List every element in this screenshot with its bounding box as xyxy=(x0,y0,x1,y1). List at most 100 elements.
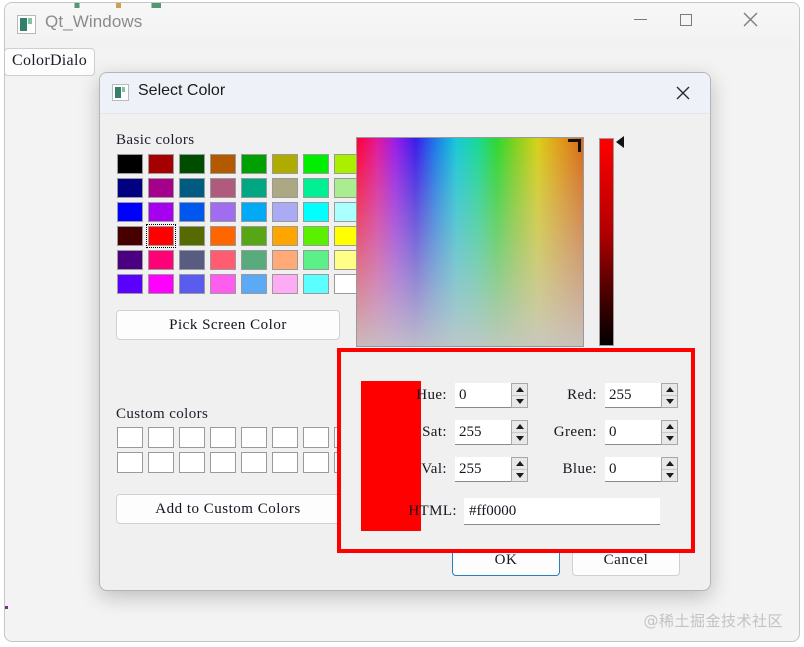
basic-color-swatch[interactable] xyxy=(179,154,205,174)
basic-color-swatch[interactable] xyxy=(241,226,267,246)
custom-color-swatch[interactable] xyxy=(117,452,143,473)
sat-label: Sat: xyxy=(422,424,447,440)
basic-color-swatch[interactable] xyxy=(272,202,298,222)
color-dialog-tab[interactable]: ColorDialo xyxy=(5,48,95,76)
basic-color-swatch[interactable] xyxy=(179,250,205,270)
basic-color-swatch[interactable] xyxy=(303,154,329,174)
basic-color-swatch[interactable] xyxy=(272,274,298,294)
blue-input[interactable]: 0 xyxy=(605,457,678,482)
custom-color-swatch[interactable] xyxy=(179,427,205,448)
custom-color-swatch[interactable] xyxy=(241,427,267,448)
basic-color-swatch[interactable] xyxy=(303,178,329,198)
basic-color-swatch[interactable] xyxy=(210,178,236,198)
basic-color-swatch[interactable] xyxy=(210,274,236,294)
sat-stepper-down[interactable] xyxy=(512,433,527,444)
sat-input[interactable]: 255 xyxy=(455,420,528,445)
val-stepper-down[interactable] xyxy=(512,470,527,481)
basic-color-swatch[interactable] xyxy=(117,178,143,198)
basic-color-swatch[interactable] xyxy=(117,154,143,174)
basic-color-swatch[interactable] xyxy=(148,202,174,222)
val-stepper[interactable] xyxy=(511,457,528,482)
custom-color-swatch[interactable] xyxy=(117,427,143,448)
qt-app-icon xyxy=(17,15,36,34)
red-stepper-down[interactable] xyxy=(662,396,677,407)
minimize-icon[interactable] xyxy=(617,3,663,36)
basic-color-swatch[interactable] xyxy=(117,226,143,246)
hue-stepper-up[interactable] xyxy=(512,384,527,396)
basic-color-swatch[interactable] xyxy=(303,202,329,222)
blue-stepper[interactable] xyxy=(661,457,678,482)
basic-colors-grid[interactable] xyxy=(117,154,363,298)
val-input[interactable]: 255 xyxy=(455,457,528,482)
basic-colors-label: Basic colors xyxy=(116,132,195,148)
hue-stepper-down[interactable] xyxy=(512,396,527,407)
basic-color-swatch[interactable] xyxy=(210,154,236,174)
blue-stepper-up[interactable] xyxy=(662,458,677,470)
custom-color-swatch[interactable] xyxy=(303,427,329,448)
hue-stepper[interactable] xyxy=(511,383,528,408)
basic-color-swatch[interactable] xyxy=(272,154,298,174)
basic-color-swatch[interactable] xyxy=(179,274,205,294)
basic-color-swatch[interactable] xyxy=(179,226,205,246)
red-input[interactable]: 255 xyxy=(605,383,678,408)
custom-color-swatch[interactable] xyxy=(272,427,298,448)
basic-color-swatch[interactable] xyxy=(272,250,298,270)
basic-color-swatch[interactable] xyxy=(210,202,236,222)
custom-color-swatch[interactable] xyxy=(210,427,236,448)
custom-color-swatch[interactable] xyxy=(303,452,329,473)
basic-color-swatch[interactable] xyxy=(303,226,329,246)
red-stepper[interactable] xyxy=(661,383,678,408)
basic-color-swatch[interactable] xyxy=(148,274,174,294)
close-icon[interactable] xyxy=(727,3,773,36)
basic-color-swatch[interactable] xyxy=(148,250,174,270)
custom-color-swatch[interactable] xyxy=(241,452,267,473)
basic-color-swatch[interactable] xyxy=(148,154,174,174)
red-value: 255 xyxy=(609,386,632,403)
basic-color-swatch[interactable] xyxy=(179,202,205,222)
basic-color-swatch[interactable] xyxy=(303,274,329,294)
dialog-close-icon[interactable] xyxy=(672,82,694,104)
blue-stepper-down[interactable] xyxy=(662,470,677,481)
green-stepper-up[interactable] xyxy=(662,421,677,433)
value-slider-handle-icon[interactable] xyxy=(616,136,624,148)
custom-color-swatch[interactable] xyxy=(272,452,298,473)
basic-color-swatch[interactable] xyxy=(117,250,143,270)
saturation-value-picker[interactable] xyxy=(356,137,584,347)
add-to-custom-colors-button[interactable]: Add to Custom Colors xyxy=(116,494,340,524)
sat-stepper-up[interactable] xyxy=(512,421,527,433)
basic-color-swatch[interactable] xyxy=(241,154,267,174)
basic-color-swatch[interactable] xyxy=(179,178,205,198)
custom-color-swatch[interactable] xyxy=(148,452,174,473)
basic-color-swatch[interactable] xyxy=(241,250,267,270)
basic-color-swatch[interactable] xyxy=(241,202,267,222)
green-stepper[interactable] xyxy=(661,420,678,445)
basic-color-swatch[interactable] xyxy=(148,178,174,198)
basic-color-swatch[interactable] xyxy=(272,226,298,246)
basic-color-swatch[interactable] xyxy=(303,250,329,270)
dialog-title: Select Color xyxy=(138,82,226,99)
custom-color-swatch[interactable] xyxy=(179,452,205,473)
basic-color-swatch[interactable] xyxy=(117,202,143,222)
basic-color-swatch[interactable] xyxy=(241,274,267,294)
basic-color-swatch[interactable] xyxy=(241,178,267,198)
sat-stepper[interactable] xyxy=(511,420,528,445)
custom-color-swatch[interactable] xyxy=(210,452,236,473)
green-stepper-down[interactable] xyxy=(662,433,677,444)
custom-color-swatch[interactable] xyxy=(148,427,174,448)
red-stepper-up[interactable] xyxy=(662,384,677,396)
green-input[interactable]: 0 xyxy=(605,420,678,445)
hue-label: Hue: xyxy=(416,387,447,403)
pick-screen-color-button[interactable]: Pick Screen Color xyxy=(116,310,340,340)
basic-color-swatch[interactable] xyxy=(210,250,236,270)
val-stepper-up[interactable] xyxy=(512,458,527,470)
select-color-dialog: Select Color Basic colors Pick Screen Co… xyxy=(99,72,711,591)
hue-input[interactable]: 0 xyxy=(455,383,528,408)
basic-color-swatch[interactable] xyxy=(146,224,176,248)
basic-color-swatch[interactable] xyxy=(272,178,298,198)
basic-color-swatch[interactable] xyxy=(210,226,236,246)
maximize-icon[interactable] xyxy=(663,3,709,36)
custom-colors-grid[interactable] xyxy=(117,427,363,477)
html-color-input[interactable]: #ff0000 xyxy=(464,498,660,525)
value-slider[interactable] xyxy=(599,138,614,346)
basic-color-swatch[interactable] xyxy=(117,274,143,294)
